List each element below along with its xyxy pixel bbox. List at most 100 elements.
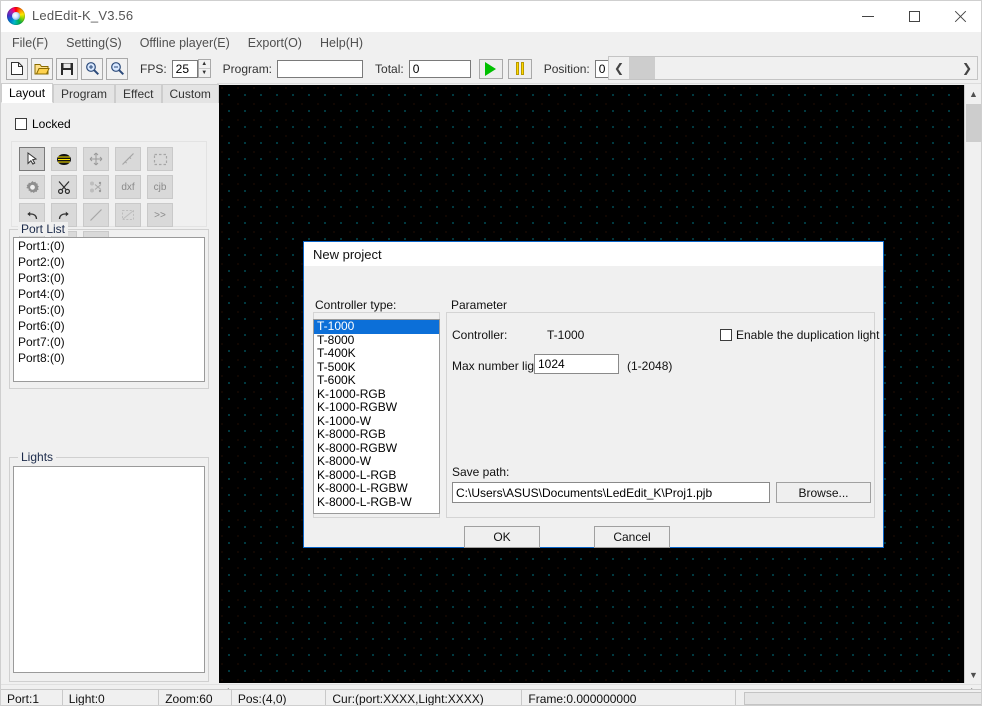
fps-label: FPS: bbox=[140, 61, 167, 76]
canvas-vertical-scrollbar[interactable]: ▲ ▼ bbox=[964, 85, 981, 683]
list-item[interactable]: T-1000 bbox=[314, 320, 439, 334]
scatter-cut-icon[interactable] bbox=[83, 175, 109, 199]
list-item[interactable]: T-400K bbox=[314, 346, 439, 361]
menu-setting[interactable]: Setting(S) bbox=[57, 34, 131, 52]
list-item[interactable]: Port6:(0) bbox=[14, 318, 204, 334]
save-button[interactable] bbox=[56, 57, 78, 80]
scissors-icon[interactable] bbox=[51, 175, 77, 199]
tab-program[interactable]: Program bbox=[53, 84, 116, 103]
close-button[interactable] bbox=[937, 1, 981, 32]
list-item[interactable]: K-8000-RGB bbox=[314, 427, 439, 442]
locked-checkbox-row[interactable]: Locked bbox=[15, 117, 71, 131]
menu-offline-player[interactable]: Offline player(E) bbox=[131, 34, 239, 52]
list-item[interactable]: K-1000-RGBW bbox=[314, 400, 439, 415]
fps-input[interactable]: 25 bbox=[171, 59, 198, 78]
layout-lines-icon[interactable] bbox=[51, 147, 77, 171]
locked-checkbox[interactable] bbox=[15, 118, 27, 130]
open-file-button[interactable] bbox=[31, 57, 53, 80]
list-item[interactable]: Port8:(0) bbox=[14, 350, 204, 366]
locked-label: Locked bbox=[32, 117, 71, 131]
lights-list-box[interactable] bbox=[13, 466, 205, 673]
menu-help[interactable]: Help(H) bbox=[311, 34, 372, 52]
dialog-body: Controller type: T-1000 T-8000 T-400K T-… bbox=[304, 266, 883, 548]
chevron-up-icon[interactable]: ▲ bbox=[965, 85, 981, 102]
timeline-scrollbar[interactable]: ❮ ❯ bbox=[608, 56, 978, 80]
zoom-out-icon bbox=[110, 62, 124, 76]
save-path-input[interactable]: C:\Users\ASUS\Documents\LedEdit_K\Proj1.… bbox=[452, 482, 770, 503]
tab-effect[interactable]: Effect bbox=[115, 84, 162, 103]
forward-icon[interactable]: >> bbox=[147, 203, 173, 227]
list-item[interactable]: K-1000-RGB bbox=[314, 387, 439, 402]
zoom-in-button[interactable] bbox=[81, 57, 103, 80]
title-bar: LedEdit-K_V3.56 bbox=[1, 1, 981, 32]
list-item[interactable]: K-8000-RGBW bbox=[314, 441, 439, 456]
list-item[interactable]: Port7:(0) bbox=[14, 334, 204, 350]
list-item[interactable]: Port3:(0) bbox=[14, 270, 204, 286]
menu-export[interactable]: Export(O) bbox=[239, 34, 311, 52]
list-item[interactable]: K-1000-W bbox=[314, 414, 439, 429]
controller-type-list[interactable]: T-1000 T-8000 T-400K T-500K T-600K K-100… bbox=[313, 319, 440, 514]
move-icon[interactable] bbox=[83, 147, 109, 171]
browse-button[interactable]: Browse... bbox=[776, 482, 871, 503]
dxf-import-icon[interactable]: dxf bbox=[115, 175, 141, 199]
status-frame: Frame:0.000000000 bbox=[522, 690, 737, 705]
fps-spin-down-icon[interactable]: ▼ bbox=[199, 69, 210, 77]
maximize-button[interactable] bbox=[891, 1, 937, 32]
vertical-scrollbar-thumb[interactable] bbox=[966, 104, 981, 142]
line-tool-icon[interactable] bbox=[83, 203, 109, 227]
maximize-icon bbox=[908, 11, 920, 22]
list-item[interactable]: T-500K bbox=[314, 360, 439, 375]
chevron-down-icon[interactable]: ▼ bbox=[965, 666, 981, 683]
controller-label: Controller: bbox=[452, 328, 508, 342]
program-label: Program: bbox=[222, 61, 273, 76]
max-number-light-input[interactable]: 1024 bbox=[534, 354, 619, 374]
new-project-dialog: New project Controller type: T-1000 T-80… bbox=[303, 241, 884, 548]
tab-custom[interactable]: Custom bbox=[161, 84, 219, 103]
cancel-button[interactable]: Cancel bbox=[594, 526, 670, 548]
minimize-button[interactable] bbox=[845, 1, 891, 32]
tool-grid: dxf cjb >> T bbox=[11, 141, 207, 255]
status-zoom: Zoom:60 bbox=[159, 690, 232, 705]
list-item[interactable]: Port2:(0) bbox=[14, 254, 204, 270]
max-number-light-range: (1-2048) bbox=[627, 359, 673, 373]
left-panel: Layout Program Effect Custom ◀ ▶ Locked bbox=[1, 83, 247, 684]
cjb-import-icon[interactable]: cjb bbox=[147, 175, 173, 199]
list-item[interactable]: K-8000-L-RGB-W bbox=[314, 495, 439, 510]
panel-tabs: Layout Program Effect Custom ◀ ▶ bbox=[1, 83, 247, 103]
program-input[interactable] bbox=[277, 59, 364, 78]
status-light: Light:0 bbox=[63, 690, 160, 705]
list-item[interactable]: K-8000-L-RGBW bbox=[314, 481, 439, 496]
scrollbar-thumb[interactable] bbox=[629, 57, 655, 79]
diagonal-line-icon[interactable] bbox=[115, 147, 141, 171]
fps-spin-up-icon[interactable]: ▲ bbox=[198, 60, 210, 69]
marquee-select-icon[interactable] bbox=[147, 147, 173, 171]
application-window: LedEdit-K_V3.56 File(F) Setting(S) Offli… bbox=[0, 0, 982, 706]
list-item[interactable]: Port1:(0) bbox=[14, 238, 204, 254]
list-item[interactable]: K-8000-L-RGB bbox=[314, 468, 439, 483]
port-list-title: Port List bbox=[18, 222, 69, 236]
list-item[interactable]: Port4:(0) bbox=[14, 286, 204, 302]
total-input[interactable]: 0 bbox=[408, 59, 471, 78]
status-progress-bar bbox=[744, 692, 981, 705]
play-button[interactable] bbox=[478, 58, 503, 79]
zoom-out-button[interactable] bbox=[106, 57, 128, 80]
chevron-right-icon[interactable]: ❯ bbox=[957, 61, 977, 75]
list-item[interactable]: T-600K bbox=[314, 373, 439, 388]
list-item[interactable]: T-8000 bbox=[314, 333, 439, 348]
list-item[interactable]: Port5:(0) bbox=[14, 302, 204, 318]
ok-button[interactable]: OK bbox=[464, 526, 540, 548]
rect-select-icon[interactable] bbox=[115, 203, 141, 227]
pause-icon-2 bbox=[520, 62, 524, 75]
fps-spinner[interactable]: ▲ ▼ bbox=[197, 59, 211, 78]
pause-button[interactable] bbox=[507, 58, 532, 79]
chevron-left-icon[interactable]: ❮ bbox=[609, 61, 629, 75]
port-list-box[interactable]: Port1:(0) Port2:(0) Port3:(0) Port4:(0) … bbox=[13, 237, 205, 382]
tab-layout[interactable]: Layout bbox=[1, 83, 54, 103]
select-arrow-icon[interactable] bbox=[19, 147, 45, 171]
settings-gear-icon[interactable] bbox=[19, 175, 45, 199]
duplication-light-checkbox[interactable] bbox=[720, 329, 732, 341]
list-item[interactable]: K-8000-W bbox=[314, 454, 439, 469]
menu-file[interactable]: File(F) bbox=[3, 34, 57, 52]
new-file-button[interactable] bbox=[6, 57, 28, 80]
window-title: LedEdit-K_V3.56 bbox=[32, 8, 134, 23]
